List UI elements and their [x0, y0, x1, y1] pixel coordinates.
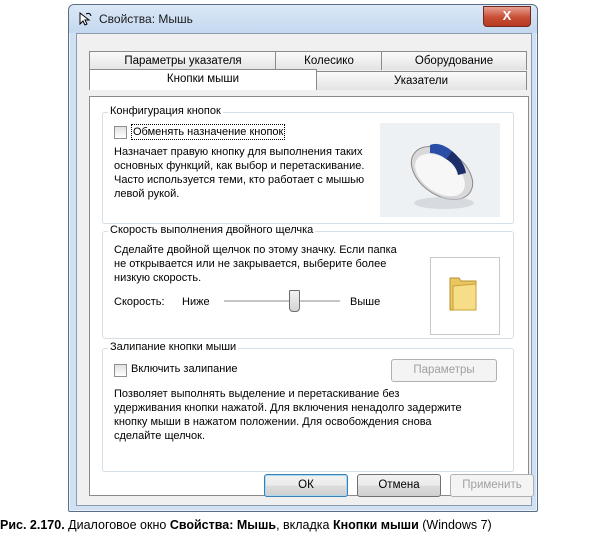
mouse-properties-window: Свойства: Мышь X Параметры указателя Кол…	[68, 4, 538, 512]
button-config-label: Конфигурация кнопок	[108, 105, 223, 117]
swap-buttons-description: Назначает правую кнопку для выполнения т…	[114, 146, 365, 200]
window-title: Свойства: Мышь	[99, 12, 193, 26]
caption-prefix: Рис. 2.170.	[0, 518, 65, 532]
caption-text-1: Диалоговое окно	[64, 518, 170, 532]
tab-hardware[interactable]: Оборудование	[381, 51, 527, 70]
title-bar[interactable]: Свойства: Мышь X	[69, 5, 537, 33]
speed-slider-track[interactable]	[224, 300, 340, 303]
swap-buttons-checkbox[interactable]	[114, 126, 127, 139]
clicklock-checkbox[interactable]	[114, 364, 127, 377]
close-button[interactable]: X	[483, 6, 531, 27]
speed-fast-label: Выше	[350, 296, 381, 308]
swap-buttons-label[interactable]: Обменять назначение кнопок	[131, 124, 286, 140]
clicklock-label: Залипание кнопки мыши	[108, 341, 239, 353]
speed-label: Скорость:	[114, 296, 165, 308]
caption-text-3: (Windows 7)	[418, 518, 492, 532]
caption-bold-2: Кнопки мыши	[332, 518, 419, 532]
apply-button[interactable]: Применить	[450, 474, 534, 497]
folder-icon	[449, 277, 477, 311]
cancel-button[interactable]: Отмена	[357, 474, 441, 497]
caption-text-2: , вкладка	[276, 518, 333, 532]
test-folder-box[interactable]	[430, 257, 500, 335]
tab-pointer-options[interactable]: Параметры указателя	[89, 51, 277, 70]
tab-buttons[interactable]: Кнопки мыши	[89, 69, 317, 90]
figure-caption: Рис. 2.170. Диалоговое окно Свойства: Мы…	[0, 518, 611, 532]
speed-slider-thumb[interactable]	[288, 290, 300, 312]
tab-wheel[interactable]: Колесико	[275, 51, 383, 70]
clicklock-enable-label[interactable]: Включить залипание	[131, 362, 238, 376]
dialog-client-area: Параметры указателя Колесико Оборудовани…	[76, 33, 534, 506]
clicklock-description: Позволяет выполнять выделение и перетаск…	[114, 388, 462, 442]
speed-slow-label: Ниже	[182, 296, 210, 308]
mouse-image	[380, 123, 500, 217]
double-click-description: Сделайте двойной щелчок по этому значку.…	[114, 244, 397, 284]
ok-button[interactable]: ОК	[264, 474, 348, 497]
tab-panel-buttons: Конфигурация кнопок Обменять назначение …	[89, 96, 529, 496]
caption-bold-1: Свойства: Мышь	[169, 518, 277, 532]
tab-pointers[interactable]: Указатели	[315, 71, 527, 90]
clicklock-settings-button[interactable]: Параметры	[391, 359, 497, 382]
double-click-label: Скорость выполнения двойного щелчка	[108, 224, 316, 236]
mouse-pointer-icon	[79, 11, 92, 26]
